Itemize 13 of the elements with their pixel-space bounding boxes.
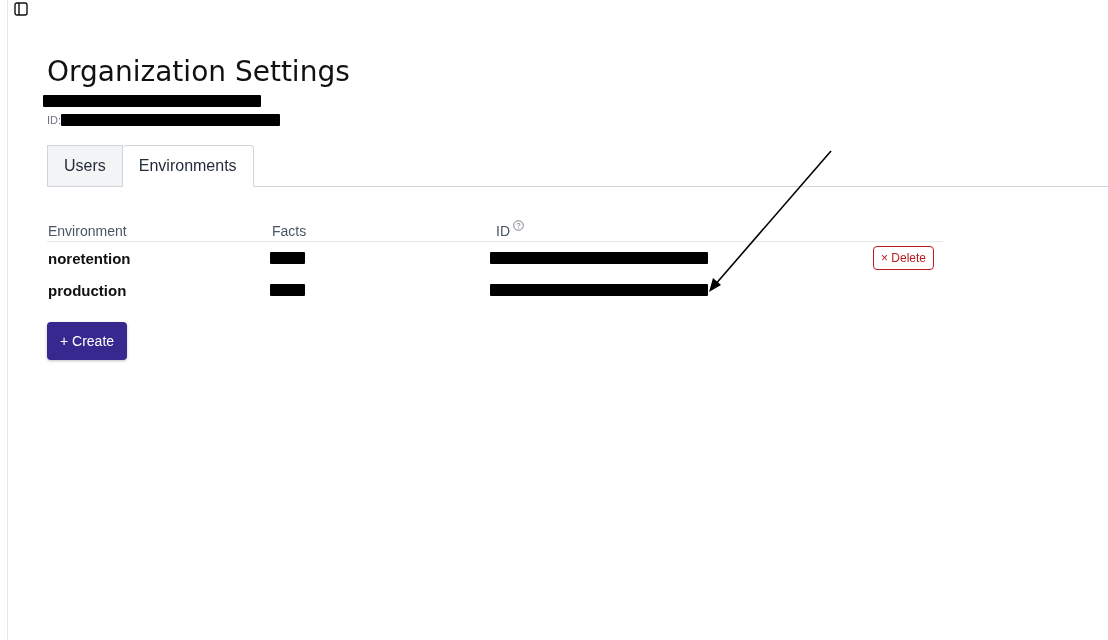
tab[interactable]: Environments — [122, 145, 254, 187]
delete-button[interactable]: × Delete — [873, 246, 935, 270]
sidebar-toggle-icon[interactable] — [14, 2, 28, 16]
environment-name: noretention — [48, 249, 131, 267]
tab[interactable]: Users — [47, 145, 123, 187]
id-label: ID: — [47, 114, 62, 126]
column-header: Facts — [272, 222, 307, 239]
create-button[interactable]: + Create — [47, 322, 128, 360]
column-header: Environment — [48, 222, 127, 239]
help-icon — [513, 220, 524, 231]
environment-name: production — [48, 281, 127, 299]
page-title: Organization Settings — [47, 54, 350, 90]
column-header: ID — [496, 222, 510, 239]
